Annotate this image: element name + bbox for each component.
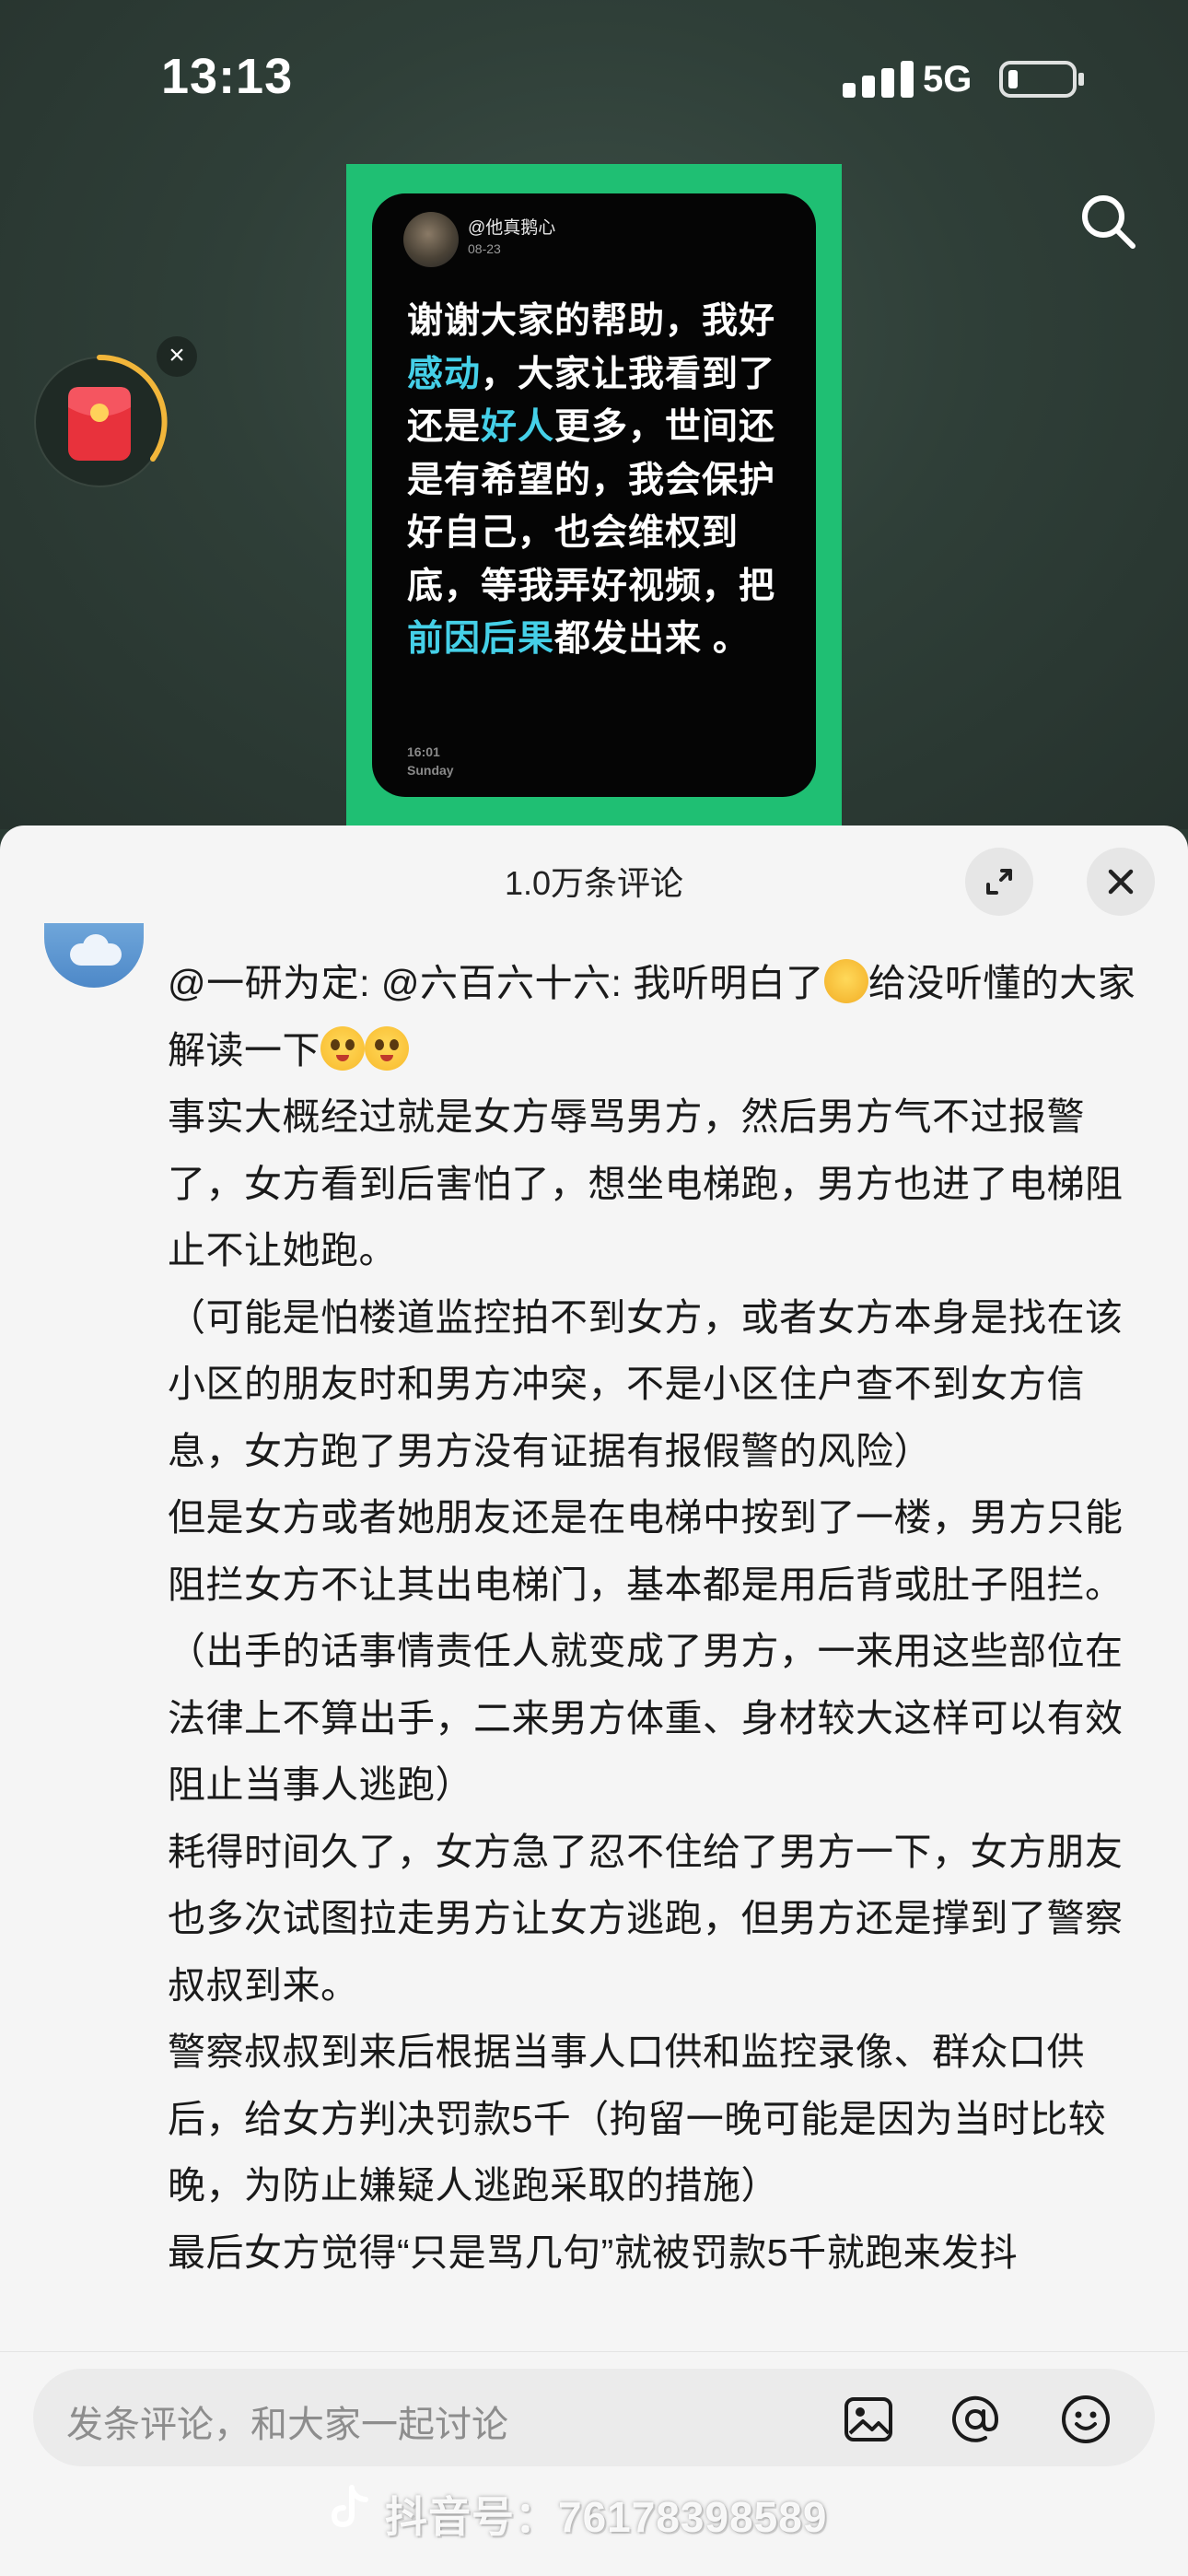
status-time: 13:13: [161, 49, 294, 104]
post-avatar: [403, 212, 459, 267]
signal-icon: [843, 61, 914, 98]
commenter-avatar[interactable]: [44, 923, 144, 988]
red-packet-close-icon[interactable]: ×: [157, 336, 197, 377]
video-area[interactable]: 13:13 5G × @他真鹅心 08-23 谢谢大家的帮助，我好感动，大家让我…: [0, 0, 1188, 829]
post-date: 08-23: [468, 241, 501, 256]
comment-paragraph: （出手的话事情责任人就变成了男方，一来用这些部位在法律上不算出手，二来男方体重、…: [168, 1630, 1124, 1806]
expand-icon: [986, 869, 1012, 895]
status-bar: 13:13 5G: [0, 0, 1188, 157]
smile-emoji-icon: [320, 1025, 365, 1071]
image-icon[interactable]: [842, 2393, 895, 2446]
comment-line-1: @一研为定: @六百六十六: 我听明白了 给没听懂的大家解读一下: [168, 950, 1144, 1083]
comment-paragraph: 但是女方或者她朋友还是在电梯中按到了一楼，男方只能阻拦女方不让其出电梯门，基本都…: [168, 1496, 1124, 1606]
battery-icon: [999, 61, 1084, 98]
comment-paragraph: （可能是怕楼道监控拍不到女方，或者女方本身是找在该小区的朋友时和男方冲突，不是小…: [168, 1295, 1124, 1472]
expand-button[interactable]: [965, 848, 1033, 916]
post-username: @他真鹅心: [468, 218, 556, 238]
comment-paragraph: 警察叔叔到来后根据当事人口供和监控录像、群众口供后，给女方判决罚款5千（拘留一晚…: [168, 2031, 1107, 2207]
comments-sheet: 1.0万条评论 @一研为定: @六百六十六: 我听明白了 给没听懂的大家解读一下 …: [0, 825, 1188, 2576]
search-icon[interactable]: [1076, 189, 1142, 255]
comment-input-placeholder: 发条评论，和大家一起讨论: [66, 2405, 508, 2445]
close-icon: [1108, 869, 1134, 895]
red-packet-widget[interactable]: [33, 350, 171, 488]
post-text: 谢谢大家的帮助，我好感动，大家让我看到了还是好人更多，世间还是有希望的，我会保护…: [407, 301, 776, 659]
at-icon[interactable]: [949, 2393, 1002, 2446]
comment-paragraph: 事实大概经过就是女方辱骂男方，然后男方气不过报警了，女方看到后害怕了，想坐电梯跑…: [168, 1095, 1124, 1271]
post-card: @他真鹅心 08-23 谢谢大家的帮助，我好感动，大家让我看到了还是好人更多，世…: [346, 164, 842, 827]
comment-paragraph: 耗得时间久了，女方急了忍不住给了男方一下，女方朋友也多次试图拉走男方让女方逃跑，…: [168, 1830, 1124, 2007]
comment-text: @一研为定: @六百六十六: 我听明白了 给没听懂的大家解读一下 事实大概经过就是…: [168, 950, 1144, 2286]
comment-input[interactable]: 发条评论，和大家一起讨论: [33, 2369, 1155, 2466]
watermark-text: 抖音号：76178398589: [385, 2493, 828, 2541]
post-timestamp: 16:01 Sunday: [407, 744, 454, 778]
emoji-icon[interactable]: [1059, 2393, 1112, 2446]
douyin-logo-icon: [324, 2482, 376, 2534]
network-label: 5G: [923, 59, 973, 100]
post-screenshot: @他真鹅心 08-23 谢谢大家的帮助，我好感动，大家让我看到了还是好人更多，世…: [372, 193, 816, 797]
comment-paragraph: 最后女方觉得“只是骂几句”就被罚款5千就跑来发抖: [168, 2231, 1019, 2274]
smile-emoji-icon: [365, 1025, 409, 1071]
ok-hand-emoji-icon: [823, 959, 868, 1003]
close-button[interactable]: [1087, 848, 1155, 916]
